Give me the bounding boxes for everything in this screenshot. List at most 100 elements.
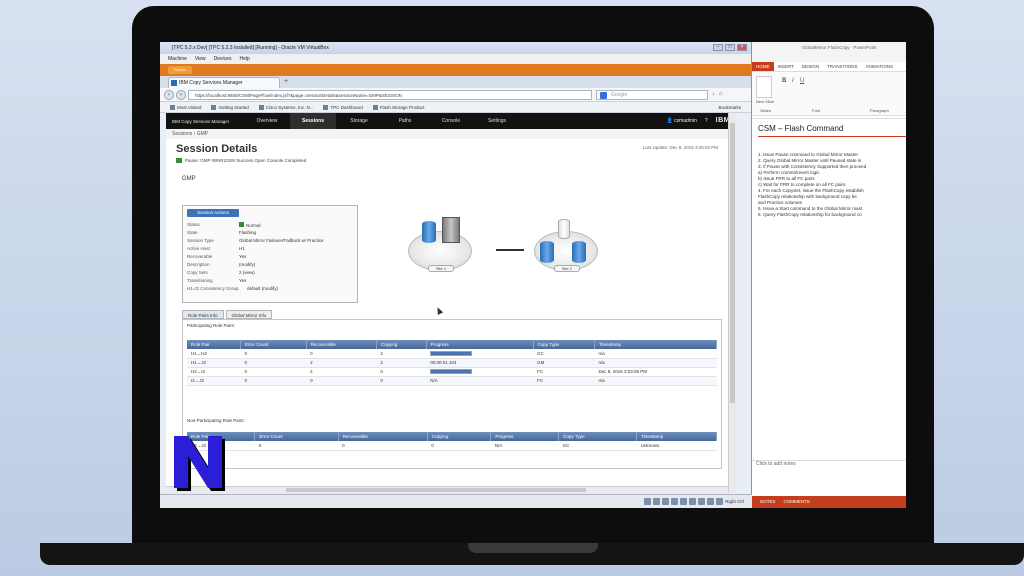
table-row[interactable]: H2→I2 0 2 0 FC Dec 8, 2015 3:03:08 PM bbox=[187, 367, 717, 377]
scroll-thumb[interactable] bbox=[730, 123, 735, 403]
slide-title[interactable]: CSM – Flash Command bbox=[758, 124, 843, 133]
vbox-titlebar[interactable]: [TPC 5.2.x Dev] [TPC 5.2.3 Installed] [R… bbox=[160, 42, 751, 54]
tab-home[interactable]: HOME bbox=[752, 62, 774, 71]
column-header[interactable]: Copy Type bbox=[558, 432, 638, 441]
column-header[interactable]: Copy Type bbox=[533, 340, 595, 349]
bookmark-item[interactable]: Most Visited bbox=[170, 102, 201, 112]
firefox-button[interactable]: Firefox bbox=[168, 66, 192, 74]
column-header[interactable]: Role Pair bbox=[187, 340, 241, 349]
table-row[interactable]: H1→J2 0 2 2 00:00:01.104 GM n/a bbox=[187, 358, 717, 368]
bookmark-item[interactable]: Cisco Systems, Inc. N... bbox=[258, 102, 313, 112]
menu-view[interactable]: View bbox=[195, 54, 206, 64]
nav-settings[interactable]: Settings bbox=[474, 113, 520, 129]
table-row[interactable]: H1→H2 0 0 2 GC n/a bbox=[187, 349, 717, 359]
download-icon[interactable]: ↓ bbox=[712, 91, 715, 97]
vertical-scrollbar[interactable] bbox=[728, 113, 736, 493]
table-cell-pair: H2→I2 bbox=[187, 367, 241, 377]
tab-transitions[interactable]: TRANSITIONS bbox=[823, 62, 861, 71]
browser-tab[interactable]: IBM Copy Services Manager bbox=[168, 77, 280, 88]
slide-body[interactable]: 1. Issue Pause command to Global Mirror … bbox=[758, 152, 906, 218]
tab-design[interactable]: DESIGN bbox=[798, 62, 823, 71]
forward-icon[interactable]: › bbox=[176, 90, 186, 100]
capture-icon[interactable] bbox=[698, 498, 706, 505]
column-header[interactable]: Copying bbox=[376, 340, 427, 349]
mouse-integration-icon[interactable] bbox=[716, 498, 724, 505]
participating-table-body: H1→H2 0 0 2 GC n/a H1→J2 0 2 2 00:00:01.104 GM n/a H2… bbox=[187, 349, 717, 386]
ppt-titlebar[interactable]: GlobalMirror FlashCopy - PowerPoint bbox=[752, 42, 906, 62]
column-header[interactable]: Timestamp bbox=[594, 340, 718, 349]
column-header[interactable]: Progress bbox=[426, 340, 534, 349]
table-cell-pair: H1→H2 bbox=[187, 349, 241, 359]
ribbon-group-slides: Slides bbox=[760, 108, 771, 113]
underline-icon[interactable]: U bbox=[800, 78, 804, 84]
search-input[interactable]: Google bbox=[596, 90, 708, 100]
horizontal-scrollbar[interactable] bbox=[166, 486, 728, 493]
tab-animations[interactable]: ANIMATIONS bbox=[861, 62, 897, 71]
close-button[interactable]: × bbox=[737, 44, 747, 51]
usb-icon[interactable] bbox=[662, 498, 670, 505]
nav-paths[interactable]: Paths bbox=[382, 113, 428, 129]
column-header[interactable]: Error Count bbox=[254, 432, 339, 441]
column-header[interactable]: Copying bbox=[427, 432, 492, 441]
browser-tab-title: IBM Copy Services Manager bbox=[179, 80, 243, 86]
ribbon-group-paragraph: Paragraph bbox=[870, 108, 889, 113]
app-navbar: IBM Copy Services Manager Overview Sessi… bbox=[166, 113, 736, 129]
column-header[interactable]: Recoverable bbox=[306, 340, 377, 349]
shared-folder-icon[interactable] bbox=[680, 498, 688, 505]
column-header[interactable]: Progress bbox=[490, 432, 560, 441]
tab-insert[interactable]: INSERT bbox=[774, 62, 798, 71]
bookmark-item[interactable]: TPC Dashboard bbox=[323, 102, 363, 112]
display-icon[interactable] bbox=[689, 498, 697, 505]
bookmarks-menu[interactable]: Bookmarks bbox=[718, 102, 741, 113]
table-row[interactable]: I2→J2 0 0 0 N/A FC n/a bbox=[187, 376, 717, 386]
new-tab-icon[interactable]: + bbox=[284, 78, 288, 85]
firefox-tabstrip: IBM Copy Services Manager + bbox=[160, 76, 751, 88]
cd-icon[interactable] bbox=[653, 498, 661, 505]
nav-storage[interactable]: Storage bbox=[336, 113, 382, 129]
bold-icon[interactable]: B bbox=[782, 78, 786, 84]
help-icon[interactable]: ? bbox=[705, 113, 708, 129]
table-cell-ts: n/a bbox=[594, 349, 717, 359]
new-slide-button[interactable] bbox=[756, 76, 772, 98]
laptop-notch bbox=[468, 543, 598, 553]
laptop-screen: [TPC 5.2.x Dev] [TPC 5.2.3 Installed] [R… bbox=[160, 42, 906, 508]
menu-devices[interactable]: Devices bbox=[214, 54, 232, 64]
ppt-ribbon-tabs: HOME INSERT DESIGN TRANSITIONS ANIMATION… bbox=[752, 62, 906, 72]
network-icon[interactable] bbox=[671, 498, 679, 505]
nav-console[interactable]: Console bbox=[428, 113, 474, 129]
bookmark-icon bbox=[170, 104, 175, 110]
notes-button[interactable]: NOTES bbox=[760, 496, 776, 508]
menu-help[interactable]: Help bbox=[239, 54, 249, 64]
comments-button[interactable]: COMMENTS bbox=[784, 496, 810, 508]
disk-icon[interactable] bbox=[644, 498, 652, 505]
column-header[interactable]: Error Count bbox=[240, 340, 307, 349]
cpu-icon[interactable] bbox=[707, 498, 715, 505]
maximize-button[interactable]: □ bbox=[725, 44, 735, 51]
column-header[interactable]: Recoverable bbox=[338, 432, 428, 441]
i2-volume-icon bbox=[558, 219, 570, 239]
property-row: H1-J2 Consistency Group default (modify) bbox=[187, 286, 279, 291]
breadcrumb[interactable]: Sessions › GMP bbox=[166, 129, 736, 139]
table-row[interactable]: H2→J2 0 0 0 N/A GC Unknown bbox=[187, 441, 717, 451]
italic-icon[interactable]: I bbox=[792, 78, 794, 84]
column-header[interactable]: Timestamp bbox=[636, 432, 717, 441]
home-icon[interactable]: ⌂ bbox=[719, 91, 723, 97]
bookmark-item[interactable]: Flash Storage Product bbox=[372, 102, 425, 112]
nav-sessions[interactable]: Sessions bbox=[290, 113, 336, 129]
bookmark-item[interactable]: Getting Started bbox=[211, 102, 249, 112]
site2-label: Site 2 bbox=[554, 265, 580, 272]
scroll-thumb[interactable] bbox=[286, 488, 586, 492]
session-actions-button[interactable]: Session Actions bbox=[187, 209, 239, 217]
minimize-button[interactable]: – bbox=[713, 44, 723, 51]
nav-overview[interactable]: Overview bbox=[244, 113, 290, 129]
table-cell-ts: Unknown bbox=[636, 441, 717, 451]
back-icon[interactable]: ‹ bbox=[164, 90, 174, 100]
url-bar[interactable]: https://localhost:9559/CSM/PageFlow/inde… bbox=[188, 90, 592, 100]
user-menu[interactable]: 👤 csmadmin bbox=[666, 113, 696, 129]
menu-machine[interactable]: Machine bbox=[168, 54, 187, 64]
mouse-cursor-icon bbox=[434, 306, 444, 315]
tab-global-mirror-info[interactable]: Global Mirror Info bbox=[225, 310, 273, 319]
tab-role-pairs-info[interactable]: Role Pairs Info bbox=[182, 310, 224, 319]
notes-area[interactable]: Click to add notes bbox=[752, 460, 906, 470]
table-cell-copying: 0 bbox=[427, 441, 491, 451]
